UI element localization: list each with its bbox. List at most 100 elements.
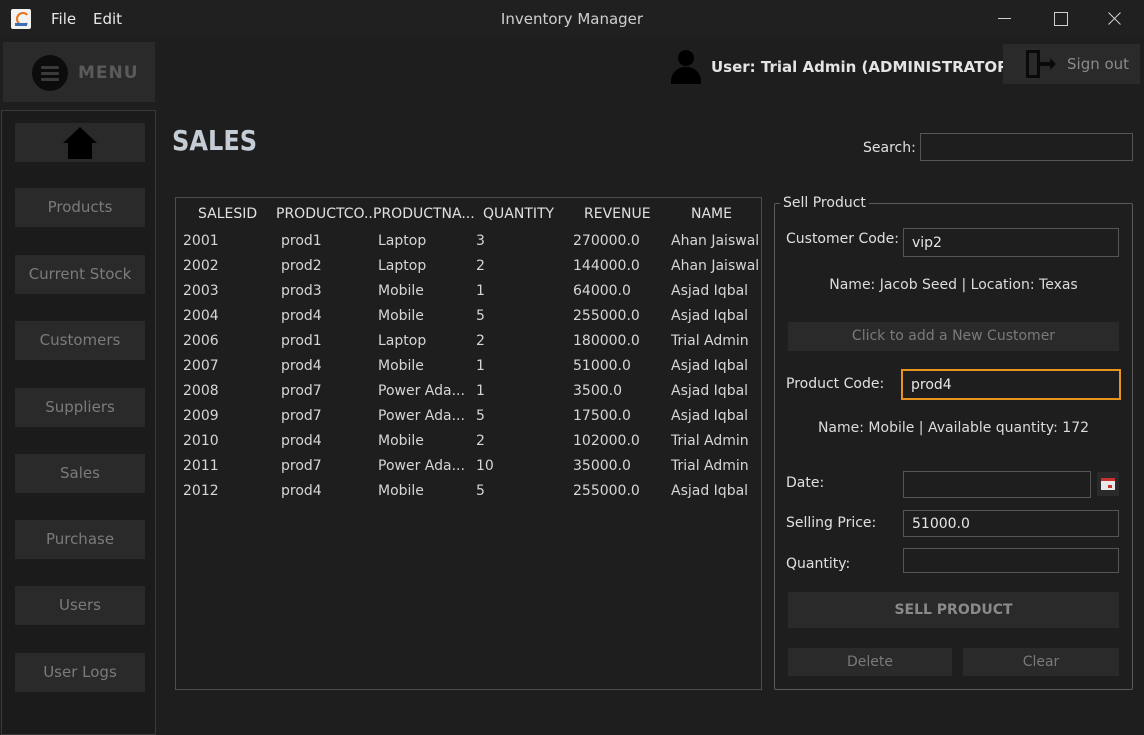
- column-header-productcode[interactable]: PRODUCTCO...: [276, 206, 377, 222]
- cell-salesid: 2012: [183, 483, 219, 499]
- menu-toggle-button[interactable]: MENU: [3, 42, 155, 102]
- cell-quantity: 2: [476, 333, 485, 349]
- cell-productcode: prod4: [281, 358, 322, 374]
- cell-salesid: 2010: [183, 433, 219, 449]
- cell-name: Trial Admin: [671, 433, 749, 449]
- cell-quantity: 5: [476, 408, 485, 424]
- column-header-revenue[interactable]: REVENUE: [584, 206, 651, 222]
- cell-productcode: prod7: [281, 458, 322, 474]
- home-button[interactable]: [15, 123, 145, 162]
- product-info-text: Name: Mobile | Available quantity: 172: [817, 420, 1090, 436]
- cell-quantity: 10: [476, 458, 494, 474]
- user-icon: [670, 50, 702, 84]
- table-row[interactable]: 2006 prod1 Laptop 2 180000.0 Trial Admin: [176, 330, 761, 355]
- product-code-label: Product Code:: [786, 376, 885, 392]
- sell-product-legend: Sell Product: [780, 195, 869, 211]
- cell-name: Ahan Jaiswal: [671, 258, 760, 274]
- current-user-label: User: Trial Admin (ADMINISTRATOR): [711, 58, 1016, 76]
- sign-out-label: Sign out: [1067, 55, 1130, 73]
- cell-salesid: 2007: [183, 358, 219, 374]
- table-row[interactable]: 2010 prod4 Mobile 2 102000.0 Trial Admin: [176, 430, 761, 455]
- table-row[interactable]: 2003 prod3 Mobile 1 64000.0 Asjad Iqbal: [176, 280, 761, 305]
- cell-revenue: 51000.0: [573, 358, 631, 374]
- sell-product-button[interactable]: SELL PRODUCT: [788, 592, 1119, 628]
- cell-salesid: 2008: [183, 383, 219, 399]
- cell-revenue: 255000.0: [573, 308, 640, 324]
- customer-code-input[interactable]: [903, 228, 1119, 257]
- calendar-icon[interactable]: [1097, 472, 1119, 496]
- cell-productname: Power Ada...: [378, 458, 465, 474]
- cell-name: Ahan Jaiswal: [671, 233, 760, 249]
- cell-productname: Laptop: [378, 233, 427, 249]
- cell-revenue: 64000.0: [573, 283, 631, 299]
- customer-code-label: Customer Code:: [786, 231, 900, 247]
- column-header-productname[interactable]: PRODUCTNA...: [373, 206, 475, 222]
- cell-name: Asjad Iqbal: [671, 358, 749, 374]
- cell-name: Asjad Iqbal: [671, 383, 749, 399]
- table-row[interactable]: 2011 prod7 Power Ada... 10 35000.0 Trial Admi…: [176, 455, 761, 480]
- minimize-icon[interactable]: [993, 7, 1017, 31]
- sidebar-item-sales[interactable]: Sales: [15, 454, 145, 493]
- table-row[interactable]: 2004 prod4 Mobile 5 255000.0 Asjad Iqbal: [176, 305, 761, 330]
- cell-productname: Laptop: [378, 258, 427, 274]
- date-input[interactable]: [903, 471, 1091, 498]
- cell-salesid: 2006: [183, 333, 219, 349]
- cell-productname: Mobile: [378, 483, 424, 499]
- cell-salesid: 2009: [183, 408, 219, 424]
- sidebar-item-user-logs[interactable]: User Logs: [15, 653, 145, 692]
- cell-quantity: 1: [476, 358, 485, 374]
- table-row[interactable]: 2012 prod4 Mobile 5 255000.0 Asjad Iqbal: [176, 480, 761, 505]
- sales-table[interactable]: SALESID PRODUCTCO... PRODUCTNA... QUANTI…: [175, 197, 762, 690]
- cell-revenue: 17500.0: [573, 408, 631, 424]
- sidebar: Products Current Stock Customers Supplie…: [1, 110, 156, 735]
- cell-productcode: prod7: [281, 383, 322, 399]
- selling-price-input[interactable]: [903, 510, 1119, 537]
- sidebar-item-users[interactable]: Users: [15, 586, 145, 625]
- cell-quantity: 2: [476, 433, 485, 449]
- column-header-name[interactable]: NAME: [691, 206, 732, 222]
- cell-salesid: 2011: [183, 458, 219, 474]
- product-code-input[interactable]: [901, 369, 1121, 400]
- cell-productname: Mobile: [378, 433, 424, 449]
- sign-out-button[interactable]: Sign out: [1003, 44, 1140, 84]
- sidebar-item-current-stock[interactable]: Current Stock: [15, 255, 145, 294]
- cell-productname: Power Ada...: [378, 408, 465, 424]
- home-icon: [63, 127, 97, 159]
- table-row[interactable]: 2009 prod7 Power Ada... 5 17500.0 Asjad Iqbal: [176, 405, 761, 430]
- cell-productcode: prod4: [281, 308, 322, 324]
- sign-out-icon: [1026, 50, 1056, 78]
- maximize-icon[interactable]: [1048, 7, 1072, 31]
- cell-productcode: prod7: [281, 408, 322, 424]
- table-row[interactable]: 2002 prod2 Laptop 2 144000.0 Ahan Jaiswal: [176, 255, 761, 280]
- cell-revenue: 255000.0: [573, 483, 640, 499]
- window-title: Inventory Manager: [500, 10, 644, 28]
- cell-salesid: 2002: [183, 258, 219, 274]
- cell-name: Asjad Iqbal: [671, 283, 749, 299]
- cell-quantity: 2: [476, 258, 485, 274]
- cell-revenue: 180000.0: [573, 333, 640, 349]
- column-header-salesid[interactable]: SALESID: [198, 206, 257, 222]
- hamburger-icon: [32, 55, 68, 91]
- cell-quantity: 5: [476, 483, 485, 499]
- sidebar-item-suppliers[interactable]: Suppliers: [15, 388, 145, 427]
- search-input[interactable]: [920, 133, 1133, 161]
- date-label: Date:: [786, 475, 825, 491]
- clear-button[interactable]: Clear: [963, 648, 1119, 676]
- column-header-quantity[interactable]: QUANTITY: [483, 206, 554, 222]
- add-new-customer-button[interactable]: Click to add a New Customer: [788, 322, 1119, 351]
- cell-productcode: prod2: [281, 258, 322, 274]
- close-icon[interactable]: [1103, 7, 1127, 31]
- cell-productcode: prod4: [281, 433, 322, 449]
- table-row[interactable]: 2007 prod4 Mobile 1 51000.0 Asjad Iqbal: [176, 355, 761, 380]
- sidebar-item-purchase[interactable]: Purchase: [15, 520, 145, 559]
- cell-productcode: prod3: [281, 283, 322, 299]
- sidebar-item-products[interactable]: Products: [15, 188, 145, 227]
- cell-name: Asjad Iqbal: [671, 483, 749, 499]
- sidebar-item-customers[interactable]: Customers: [15, 321, 145, 360]
- table-row[interactable]: 2001 prod1 Laptop 3 270000.0 Ahan Jaiswal: [176, 230, 761, 255]
- delete-button[interactable]: Delete: [788, 648, 952, 676]
- table-row[interactable]: 2008 prod7 Power Ada... 1 3500.0 Asjad Iqbal: [176, 380, 761, 405]
- cell-productname: Mobile: [378, 308, 424, 324]
- menu-label: MENU: [78, 63, 139, 83]
- quantity-input[interactable]: [903, 548, 1119, 573]
